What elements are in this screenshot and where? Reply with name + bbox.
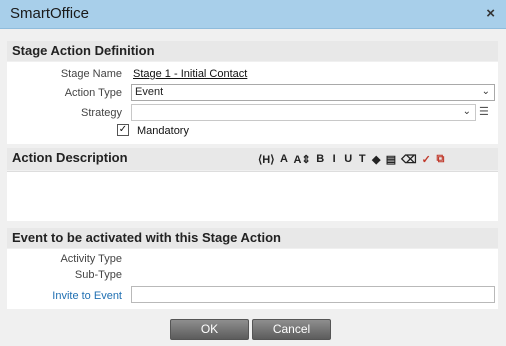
close-icon[interactable]: ×	[486, 6, 495, 21]
section-stage-definition-heading: Stage Action Definition	[7, 41, 498, 61]
mandatory-label: Mandatory	[137, 125, 189, 137]
activity-type-label: Activity Type	[60, 253, 122, 265]
popout-icon[interactable]: ⧉	[436, 153, 445, 166]
highlight-icon[interactable]: ◆	[372, 153, 381, 166]
action-description-editor[interactable]	[7, 171, 498, 221]
clear-format-icon[interactable]: ⌫	[401, 153, 417, 166]
action-type-value: Event	[135, 86, 164, 98]
bold-icon[interactable]: B	[316, 153, 325, 165]
sub-type-label: Sub-Type	[74, 269, 122, 281]
heading-icon[interactable]: ⟨H⟩	[258, 153, 275, 166]
invite-to-event-link[interactable]: Invite to Event	[7, 290, 122, 302]
strategy-label: Strategy	[81, 107, 122, 119]
spellcheck-icon[interactable]: ✓	[422, 153, 431, 166]
chevron-down-icon: ⌄	[481, 86, 490, 97]
font-size-icon[interactable]: A	[280, 153, 289, 165]
title-bar: SmartOffice ×	[0, 0, 506, 29]
cancel-button[interactable]: Cancel	[252, 319, 331, 340]
paste-icon[interactable]: ▤	[386, 153, 396, 166]
chevron-down-icon: ⌄	[462, 106, 471, 117]
text-color-icon[interactable]: T	[358, 153, 367, 165]
font-resize-icon[interactable]: A⇕	[294, 153, 311, 166]
italic-icon[interactable]: I	[330, 153, 339, 165]
section-event-heading: Event to be activated with this Stage Ac…	[7, 228, 498, 248]
list-icon[interactable]: ☰	[479, 105, 489, 118]
action-type-select[interactable]: Event ⌄	[131, 84, 495, 101]
underline-icon[interactable]: U	[344, 153, 353, 165]
stage-name-link[interactable]: Stage 1 - Initial Contact	[133, 68, 247, 80]
invite-to-event-field[interactable]	[131, 286, 495, 303]
action-description-heading: Action Description	[12, 150, 128, 165]
stage-name-label: Stage Name	[60, 68, 122, 80]
mandatory-checkbox[interactable]: ✓	[117, 124, 129, 136]
ok-button[interactable]: OK	[170, 319, 249, 340]
window-title: SmartOffice	[10, 5, 89, 22]
strategy-select[interactable]: ⌄	[131, 104, 476, 121]
editor-toolbar: ⟨H⟩ A A⇕ B I U T ◆ ▤ ⌫ ✓ ⧉	[258, 150, 445, 168]
action-type-label: Action Type	[64, 87, 122, 99]
